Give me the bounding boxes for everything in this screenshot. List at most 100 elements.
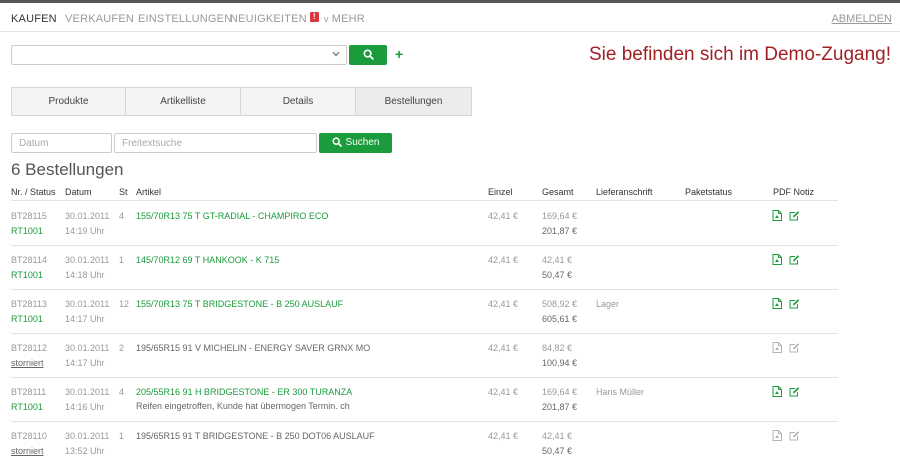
article-link[interactable]: 145/70R12 69 T HANKOOK - K 715: [136, 255, 279, 265]
order-number: BT28110: [11, 431, 47, 441]
nav-einstellungen[interactable]: EINSTELLUNGEN: [138, 13, 232, 25]
order-date: 30.01.2011: [65, 299, 110, 309]
pdf-icon[interactable]: [772, 254, 782, 267]
table-row: BT28115 RT1001 30.01.2011 14:19 Uhr 4 155/70R…: [0, 202, 900, 246]
delivery-address: Hans Müller: [596, 387, 645, 397]
tab-details[interactable]: Details: [240, 87, 356, 116]
order-time: 13:52 Uhr: [65, 446, 105, 456]
total-price: 508,92 €: [542, 299, 578, 309]
search-icon: [331, 137, 342, 147]
col-header-st: St: [119, 187, 128, 197]
order-qty: 4: [119, 211, 125, 221]
order-time: 14:18 Uhr: [65, 270, 105, 280]
nav-mehr-label: MEHR: [331, 13, 365, 25]
edit-note-icon[interactable]: [789, 342, 800, 355]
total-price: 84,82 €: [542, 343, 573, 353]
pdf-icon[interactable]: [772, 298, 782, 311]
order-status[interactable]: storniert: [11, 446, 44, 456]
freetext-search-input[interactable]: Freitextsuche: [114, 133, 317, 153]
order-status[interactable]: storniert: [11, 358, 44, 368]
article-link[interactable]: 195/65R15 91 T BRIDGESTONE - B 250 DOT06…: [136, 431, 375, 441]
nav-neuigkeiten-label: NEUIGKEITEN: [230, 13, 307, 25]
tab-artikelliste[interactable]: Artikelliste: [125, 87, 241, 116]
total-price: 42,41 €: [542, 431, 573, 441]
header-divider: [11, 200, 838, 201]
col-header-gesamt: Gesamt: [542, 187, 574, 197]
suchen-button[interactable]: Suchen: [319, 133, 392, 153]
order-number: BT28113: [11, 299, 47, 309]
order-time: 14:16 Uhr: [65, 402, 105, 412]
order-date: 30.01.2011: [65, 255, 110, 265]
order-qty: 2: [119, 343, 125, 353]
chevron-down-icon: [332, 50, 340, 59]
nav-kaufen[interactable]: KAUFEN: [11, 13, 57, 25]
article-link[interactable]: 205/55R16 91 H BRIDGESTONE - ER 300 TURA…: [136, 387, 352, 397]
order-date: 30.01.2011: [65, 431, 110, 441]
order-status[interactable]: RT1001: [11, 226, 43, 236]
nav-mehr[interactable]: v MEHR: [324, 13, 365, 25]
edit-note-icon[interactable]: [789, 430, 800, 443]
grand-total: 605,61 €: [542, 314, 578, 324]
search-icon: [363, 49, 374, 60]
pdf-icon[interactable]: [772, 210, 782, 223]
order-qty: 4: [119, 387, 125, 397]
col-header-paketstatus: Paketstatus: [685, 187, 733, 197]
demo-notice: Sie befinden sich im Demo-Zugang!: [588, 44, 891, 65]
order-status[interactable]: RT1001: [11, 402, 43, 412]
date-input[interactable]: Datum: [11, 133, 112, 153]
total-price: 169,64 €: [542, 387, 578, 397]
order-status[interactable]: RT1001: [11, 270, 43, 280]
product-select[interactable]: [11, 45, 347, 65]
order-time: 14:17 Uhr: [65, 358, 105, 368]
pdf-icon[interactable]: [772, 430, 782, 443]
order-number: BT28112: [11, 343, 47, 353]
single-price: 42,41 €: [488, 255, 519, 265]
pdf-icon[interactable]: [772, 342, 782, 355]
search-button[interactable]: [349, 45, 387, 65]
delivery-address: Lager: [596, 299, 620, 309]
logout-link[interactable]: ABMELDEN: [831, 13, 892, 25]
article-link[interactable]: 195/65R15 91 V MICHELIN - ENERGY SAVER G…: [136, 343, 370, 353]
news-badge: !: [309, 12, 319, 22]
chevron-down-icon: v: [324, 14, 329, 24]
order-note: Reifen eingetroffen, Kunde hat übermogen…: [136, 401, 350, 411]
grand-total: 50,47 €: [542, 446, 573, 456]
pdf-icon[interactable]: [772, 386, 782, 399]
edit-note-icon[interactable]: [789, 386, 800, 399]
grand-total: 100,94 €: [542, 358, 578, 368]
col-header-einzel: Einzel: [488, 187, 513, 197]
single-price: 42,41 €: [488, 387, 519, 397]
total-price: 169,64 €: [542, 211, 578, 221]
single-price: 42,41 €: [488, 343, 519, 353]
top-nav: KAUFEN VERKAUFEN EINSTELLUNGEN NEUIGKEIT…: [0, 0, 900, 32]
table-row: BT28111 RT1001 30.01.2011 14:16 Uhr 4 205/55R…: [0, 378, 900, 422]
order-qty: 1: [119, 255, 125, 265]
article-link[interactable]: 155/70R13 75 T GT-RADIAL - CHAMPIRO ECO: [136, 211, 328, 221]
order-status[interactable]: RT1001: [11, 314, 43, 324]
suchen-label: Suchen: [345, 137, 380, 148]
order-date: 30.01.2011: [65, 387, 110, 397]
nav-verkaufen[interactable]: VERKAUFEN: [65, 13, 134, 25]
col-header-artikel: Artikel: [136, 187, 162, 197]
order-number: BT28115: [11, 211, 47, 221]
col-header-pdf-notiz: PDF Notiz: [773, 187, 815, 197]
tab-bestellungen[interactable]: Bestellungen: [355, 87, 472, 116]
edit-note-icon[interactable]: [789, 210, 800, 223]
total-price: 42,41 €: [542, 255, 573, 265]
add-button[interactable]: +: [395, 46, 403, 62]
order-date: 30.01.2011: [65, 211, 110, 221]
grand-total: 201,87 €: [542, 226, 578, 236]
table-row: BT28113 RT1001 30.01.2011 14:17 Uhr 12 155/70…: [0, 290, 900, 334]
order-number: BT28111: [11, 387, 47, 397]
nav-neuigkeiten[interactable]: NEUIGKEITEN!: [230, 12, 319, 25]
col-header-nr: Nr. / Status: [11, 187, 56, 197]
tab-produkte[interactable]: Produkte: [11, 87, 126, 116]
single-price: 42,41 €: [488, 211, 519, 221]
orders-count-title: 6 Bestellungen: [11, 160, 124, 179]
article-link[interactable]: 155/70R13 75 T BRIDGESTONE - B 250 AUSLA…: [136, 299, 343, 309]
single-price: 42,41 €: [488, 431, 519, 441]
edit-note-icon[interactable]: [789, 254, 800, 267]
edit-note-icon[interactable]: [789, 298, 800, 311]
table-row: BT28112 storniert 30.01.2011 14:17 Uhr 2 195/…: [0, 334, 900, 378]
col-header-lieferanschrift: Lieferanschrift: [596, 187, 653, 197]
